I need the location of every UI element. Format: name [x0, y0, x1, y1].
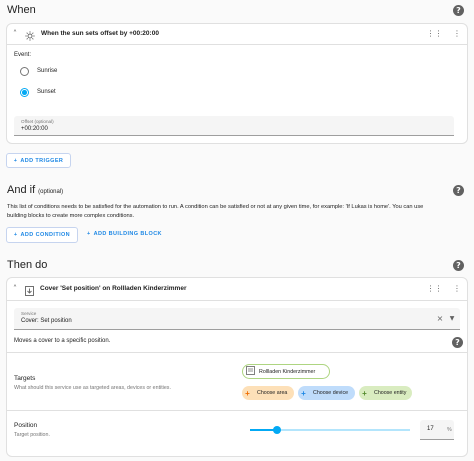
- when-help-icon[interactable]: ?: [453, 5, 464, 16]
- trigger-divider: [6, 44, 468, 45]
- clear-icon[interactable]: ×: [436, 314, 444, 323]
- dropdown-arrow-icon[interactable]: ▼: [448, 314, 456, 323]
- position-value[interactable]: 17: [427, 426, 434, 432]
- target-entity-label: Rollladen Kinderzimmer: [259, 368, 316, 375]
- offset-value[interactable]: +00:20:00: [21, 126, 48, 132]
- chevron-up-icon[interactable]: ˄: [11, 28, 19, 38]
- offset-field[interactable]: Offset (optional) +00:20:00: [14, 116, 454, 136]
- plus-icon: +: [362, 388, 367, 398]
- service-select[interactable]: Service Cover: Set position × ▼: [14, 308, 460, 330]
- service-help-icon[interactable]: ?: [452, 337, 463, 348]
- plus-icon: +: [301, 388, 306, 398]
- add-building-block-button[interactable]: + ADD BUILDING BLOCK: [87, 231, 162, 237]
- option-sunset[interactable]: Sunset: [37, 89, 56, 95]
- service-label: Service: [21, 311, 37, 316]
- drag-handle-icon[interactable]: ⋮⋮: [427, 283, 443, 293]
- choose-entity-button[interactable]: + Choose entity: [359, 386, 412, 400]
- choose-device-button[interactable]: + Choose device: [298, 386, 355, 400]
- and-if-desc-2: building blocks to create more complex c…: [7, 213, 135, 219]
- overflow-menu-icon[interactable]: ⋮: [453, 28, 461, 38]
- and-if-desc-1: This list of conditions needs to be sati…: [7, 204, 424, 210]
- add-trigger-button[interactable]: + ADD TRIGGER: [6, 153, 71, 168]
- position-slider-track[interactable]: [250, 426, 410, 434]
- plus-icon: +: [13, 232, 18, 238]
- cover-icon: [25, 283, 34, 296]
- position-description: Target position.: [14, 432, 50, 438]
- and-if-optional: (optional): [38, 189, 64, 195]
- when-title: When: [7, 4, 36, 16]
- choose-area-button[interactable]: + Choose area: [242, 386, 294, 400]
- and-if-title: And if: [7, 184, 36, 196]
- overflow-menu-icon[interactable]: ⋮: [453, 283, 461, 293]
- then-do-title: Then do: [7, 259, 48, 271]
- service-value: Cover: Set position: [21, 318, 72, 324]
- target-entity-chip[interactable]: Rollladen Kinderzimmer: [242, 364, 330, 379]
- position-unit: %: [447, 427, 452, 433]
- targets-divider: [6, 410, 468, 411]
- drag-handle-icon[interactable]: ⋮⋮: [427, 28, 443, 38]
- option-sunrise[interactable]: Sunrise: [37, 68, 57, 74]
- plus-icon: +: [13, 157, 18, 164]
- sun-icon: [25, 28, 35, 41]
- action-divider: [6, 300, 468, 301]
- radio-sunset[interactable]: [20, 88, 29, 97]
- action-header[interactable]: Cover 'Set position' on Rollladen Kinder…: [40, 285, 186, 292]
- position-slider-thumb[interactable]: [273, 426, 281, 434]
- event-label: Event:: [14, 52, 32, 58]
- then-do-help-icon[interactable]: ?: [453, 260, 464, 271]
- blinds-icon: [246, 366, 255, 377]
- chevron-up-icon[interactable]: ˄: [11, 283, 19, 293]
- position-label: Position: [14, 422, 38, 429]
- trigger-header[interactable]: When the sun sets offset by +00:20:00: [41, 30, 159, 37]
- plus-icon: +: [245, 388, 250, 398]
- plus-icon: +: [87, 231, 91, 237]
- and-if-help-icon[interactable]: ?: [453, 185, 464, 196]
- radio-sunrise[interactable]: [20, 67, 29, 76]
- service-divider: [6, 352, 468, 353]
- targets-label: Targets: [14, 375, 36, 382]
- add-condition-button[interactable]: + ADD CONDITION: [6, 227, 78, 243]
- and-if-heading: And if (optional): [7, 184, 63, 196]
- service-description: Moves a cover to a specific position.: [14, 338, 111, 344]
- offset-label: Offset (optional): [21, 119, 54, 124]
- targets-description: What should this service use as targeted…: [14, 385, 171, 391]
- position-input[interactable]: 17 %: [420, 420, 454, 440]
